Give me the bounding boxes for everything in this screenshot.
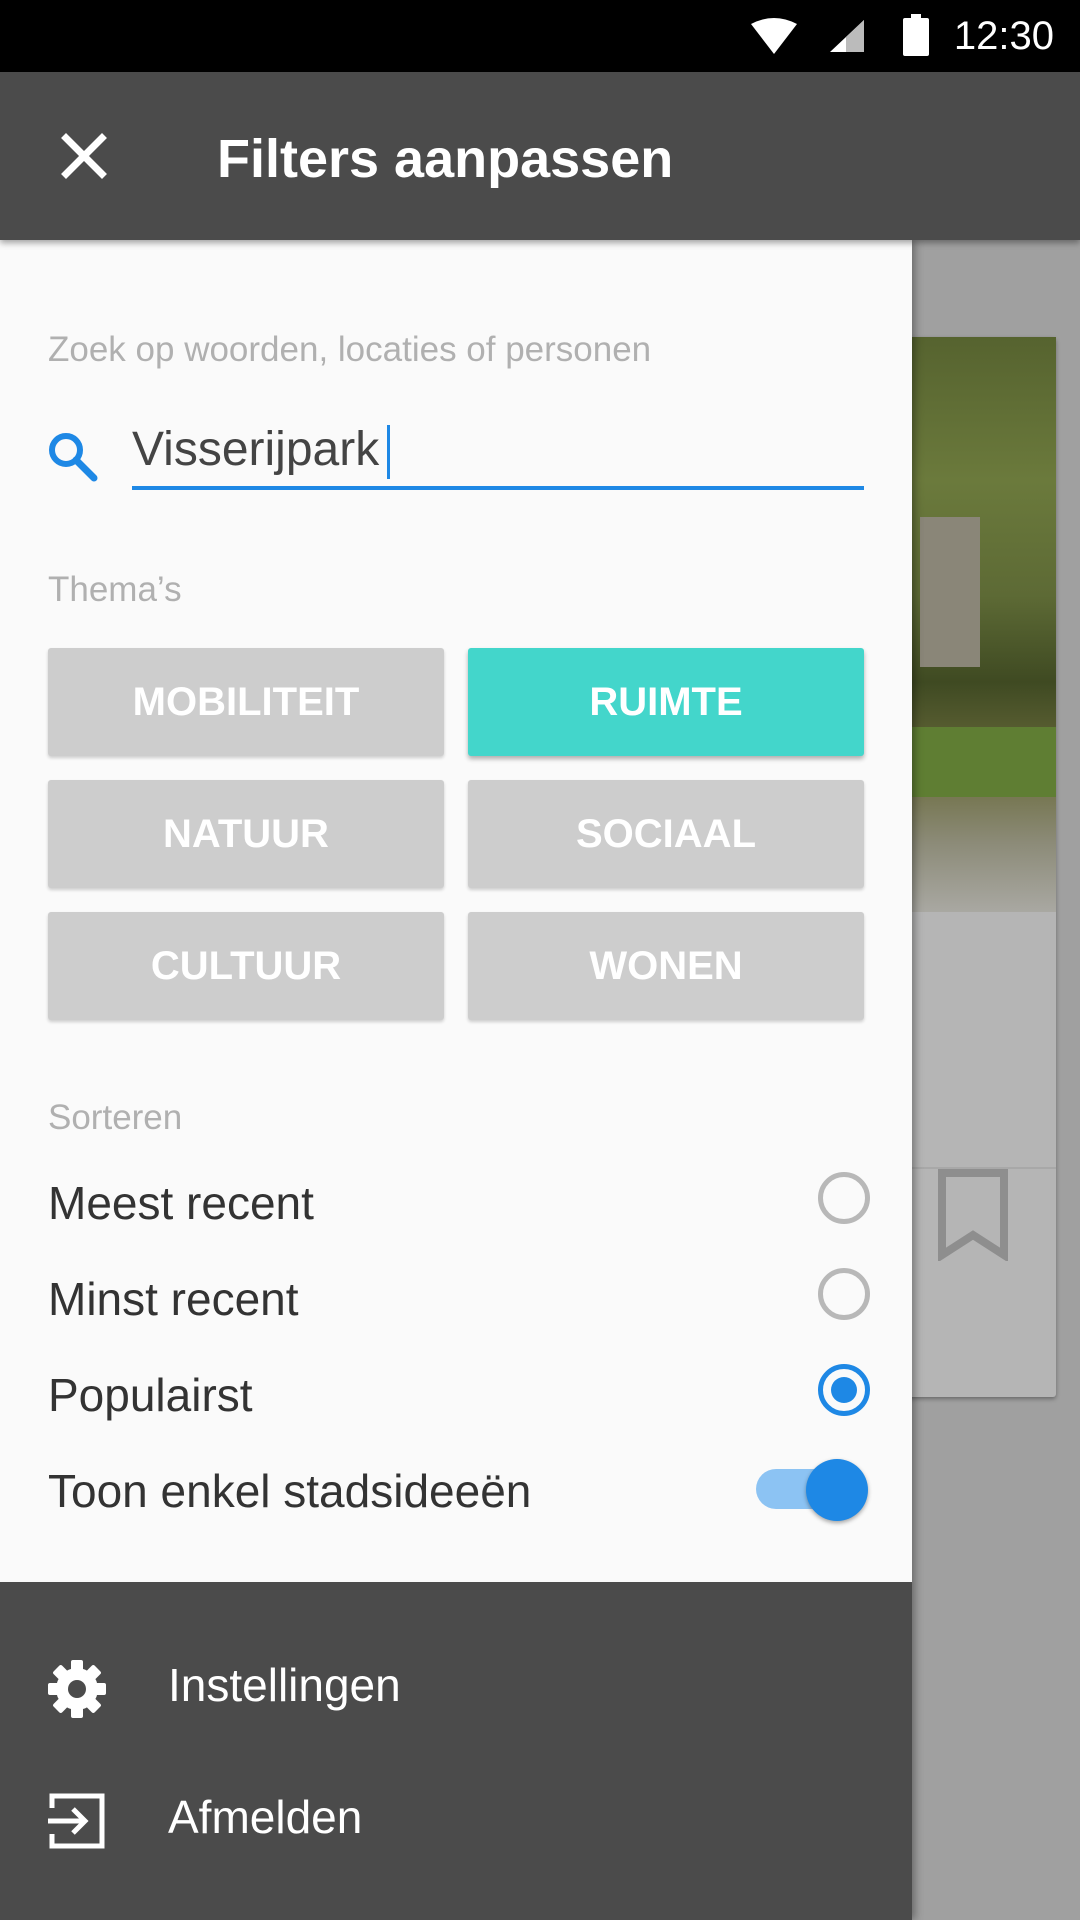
status-bar: 12:30	[0, 0, 1080, 72]
filter-panel: Zoek op woorden, locaties of personen Vi…	[0, 240, 912, 1582]
app-bar: Filters aanpassen	[0, 72, 1080, 240]
signal-icon	[830, 20, 864, 52]
menu-item-afmelden[interactable]: Afmelden	[0, 1758, 912, 1878]
theme-chip-sociaal[interactable]: SOCIAAL	[468, 780, 864, 888]
theme-chip-ruimte[interactable]: RUIMTE	[468, 648, 864, 756]
menu-item-label: Instellingen	[168, 1659, 401, 1711]
sort-option-minst-recent[interactable]: Minst recent	[48, 1254, 870, 1344]
menu-item-label: Afmelden	[168, 1791, 363, 1843]
menu-item-instellingen[interactable]: Instellingen	[0, 1626, 912, 1746]
close-button[interactable]	[44, 116, 124, 196]
wifi-icon	[751, 18, 797, 54]
logout-icon	[48, 1793, 105, 1849]
search-input-value: Visserijpark	[132, 423, 380, 476]
radio-button-checked[interactable]	[818, 1364, 870, 1416]
page-title: Filters aanpassen	[217, 129, 674, 189]
gear-icon	[48, 1660, 106, 1718]
search-icon	[49, 433, 98, 482]
status-time: 12:30	[953, 14, 1054, 58]
sort-option-populairst[interactable]: Populairst	[48, 1350, 870, 1440]
toggle-row: Toon enkel stadsideeën	[48, 1446, 868, 1536]
background-card	[900, 337, 1056, 1397]
sort-option-label: Meest recent	[48, 1177, 314, 1229]
radio-button[interactable]	[818, 1268, 870, 1320]
theme-chip-natuur[interactable]: NATUUR	[48, 780, 444, 888]
card-photo	[900, 337, 1056, 912]
theme-chip-wonen[interactable]: WONEN	[468, 912, 864, 1020]
sort-option-label: Minst recent	[48, 1273, 299, 1325]
themes-label: Thema’s	[48, 570, 182, 609]
search-input[interactable]: Visserijpark	[132, 412, 864, 490]
theme-chip-cultuur[interactable]: CULTUUR	[48, 912, 444, 1020]
close-icon	[61, 133, 107, 179]
sort-option-meest-recent[interactable]: Meest recent	[48, 1158, 870, 1248]
sort-label: Sorteren	[48, 1098, 183, 1137]
toggle-thumb[interactable]	[806, 1459, 868, 1521]
radio-button[interactable]	[818, 1172, 870, 1224]
theme-chip-mobiliteit[interactable]: MOBILITEIT	[48, 648, 444, 756]
search-hint: Zoek op woorden, locaties of personen	[48, 330, 652, 369]
toggle-label: Toon enkel stadsideeën	[48, 1465, 532, 1517]
bookmark-icon	[938, 1169, 1008, 1261]
text-cursor	[387, 425, 391, 480]
battery-icon	[903, 14, 929, 56]
filter-drawer: Zoek op woorden, locaties of personen Vi…	[0, 240, 912, 1920]
sort-option-label: Populairst	[48, 1369, 253, 1421]
